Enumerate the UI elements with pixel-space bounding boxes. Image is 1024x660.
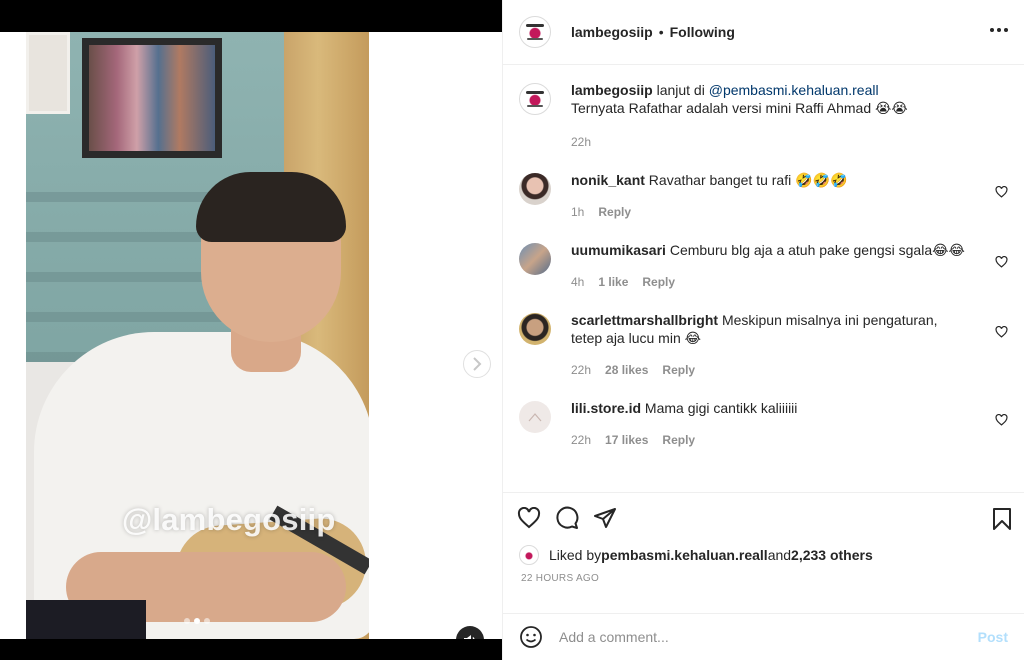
comment-text: Mama gigi cantikk kaliiiiii [641, 400, 798, 416]
comment-like-button[interactable] [995, 413, 1008, 431]
comment-like-button[interactable] [995, 185, 1008, 203]
heart-icon [995, 325, 1008, 338]
liker-username[interactable]: pembasmi.kehaluan.reall [601, 547, 768, 563]
more-options-button[interactable] [988, 22, 1010, 38]
comment-likes-count[interactable]: 28 likes [605, 363, 648, 377]
carousel-dot [204, 618, 210, 624]
commenter-avatar[interactable] [519, 401, 551, 433]
likes-prefix: Liked by [549, 547, 602, 563]
save-button[interactable] [992, 507, 1012, 536]
comment-bubble-icon [556, 506, 579, 529]
carousel-dot-active [194, 618, 200, 624]
heart-icon [995, 413, 1008, 426]
carousel-dots [184, 618, 210, 624]
video-watermark: @lambegosiip [122, 502, 336, 537]
post-details-panel: lambegosiip • Following lambegosiip lanj… [502, 0, 1024, 660]
media-panel: @lambegosiip [0, 0, 502, 660]
comment-like-button[interactable] [995, 325, 1008, 343]
add-comment-bar: Post [503, 613, 1024, 660]
video-player[interactable]: @lambegosiip [26, 32, 369, 639]
heart-icon [995, 185, 1008, 198]
comment-username[interactable]: scarlettmarshallbright [571, 312, 718, 328]
comment-username[interactable]: nonik_kant [571, 172, 645, 188]
reply-button[interactable]: Reply [662, 363, 695, 377]
smiley-icon [520, 626, 542, 648]
others-likes-link[interactable]: 2,233 others [791, 547, 873, 563]
comment-item: uumumikasari Cemburu blg aja a atuh pake… [519, 241, 1008, 289]
comments-list[interactable]: lambegosiip lanjut di @pembasmi.kehaluan… [503, 65, 1024, 492]
comment-like-button[interactable] [995, 255, 1008, 273]
post-actions-bar [503, 492, 1024, 543]
heart-icon [995, 255, 1008, 268]
comment-input[interactable] [559, 629, 968, 645]
caption: lambegosiip lanjut di @pembasmi.kehaluan… [519, 81, 1008, 149]
more-dot-icon [990, 28, 994, 32]
carousel-next-button[interactable] [463, 350, 491, 378]
reply-button[interactable]: Reply [662, 433, 695, 447]
store-logo-icon [528, 413, 542, 422]
like-button[interactable] [517, 507, 541, 529]
media-frame: @lambegosiip [0, 32, 502, 639]
post-timestamp[interactable]: 22 HOURS AGO [503, 567, 1024, 595]
photo-frame-small [26, 32, 70, 114]
person-hair [196, 172, 346, 242]
commenter-avatar[interactable] [519, 313, 551, 345]
post-header: lambegosiip • Following [503, 0, 1024, 65]
emoji-button[interactable] [519, 625, 543, 649]
liker-avatar[interactable] [519, 545, 539, 565]
author-username[interactable]: lambegosiip [571, 24, 653, 40]
commenter-avatar[interactable] [519, 173, 551, 205]
comment-text: Cemburu blg aja a atuh pake gengsi sgala… [665, 242, 965, 258]
share-button[interactable] [593, 506, 617, 530]
comment-likes-count[interactable]: 1 like [598, 275, 628, 289]
likes-summary: Liked by pembasmi.kehaluan.reall and 2,2… [503, 543, 1024, 567]
lambegosiip-logo-icon [522, 86, 548, 112]
more-dot-icon [1004, 28, 1008, 32]
caption-avatar[interactable] [519, 83, 551, 115]
comment-time[interactable]: 22h [571, 433, 591, 447]
comment-button[interactable] [555, 506, 579, 530]
comment-username[interactable]: uumumikasari [571, 242, 666, 258]
header-separator: • [658, 24, 664, 40]
comment-item: lili.store.id Mama gigi cantikk kaliiiii… [519, 399, 1008, 447]
comment-time[interactable]: 4h [571, 275, 584, 289]
caption-text-prefix: lanjut di [652, 82, 709, 98]
comment-time[interactable]: 22h [571, 363, 591, 377]
comment-item: scarlettmarshallbright Meskipun misalnya… [519, 311, 1008, 377]
reply-button[interactable]: Reply [642, 275, 675, 289]
paper-plane-icon [594, 508, 616, 528]
author-avatar[interactable] [519, 16, 551, 48]
post-comment-button[interactable]: Post [978, 629, 1008, 645]
comment-text: Ravathar banget tu rafi 🤣🤣🤣 [644, 172, 848, 188]
chevron-right-icon [473, 357, 482, 371]
comment-item: nonik_kant Ravathar banget tu rafi 🤣🤣🤣 1… [519, 171, 1008, 219]
comment-username[interactable]: lili.store.id [571, 400, 641, 416]
reply-button[interactable]: Reply [598, 205, 631, 219]
bookmark-icon [993, 508, 1011, 530]
photo-frame-large [82, 38, 222, 158]
comment-likes-count[interactable]: 17 likes [605, 433, 648, 447]
speaker-icon [464, 635, 475, 639]
comment-time[interactable]: 1h [571, 205, 584, 219]
heart-icon [517, 507, 541, 529]
commenter-avatar[interactable] [519, 243, 551, 275]
lambegosiip-logo-icon [522, 19, 548, 45]
following-button[interactable]: Following [670, 24, 735, 40]
caption-time[interactable]: 22h [571, 135, 591, 149]
caption-text: Ternyata Rafathar adalah versi mini Raff… [571, 100, 908, 116]
caption-mention-link[interactable]: @pembasmi.kehaluan.reall [709, 82, 879, 98]
more-dot-icon [997, 28, 1001, 32]
carousel-dot [184, 618, 190, 624]
caption-username[interactable]: lambegosiip [571, 82, 653, 98]
likes-middle: and [767, 547, 792, 563]
sound-toggle-button[interactable] [456, 626, 484, 639]
person-shorts [26, 600, 146, 639]
